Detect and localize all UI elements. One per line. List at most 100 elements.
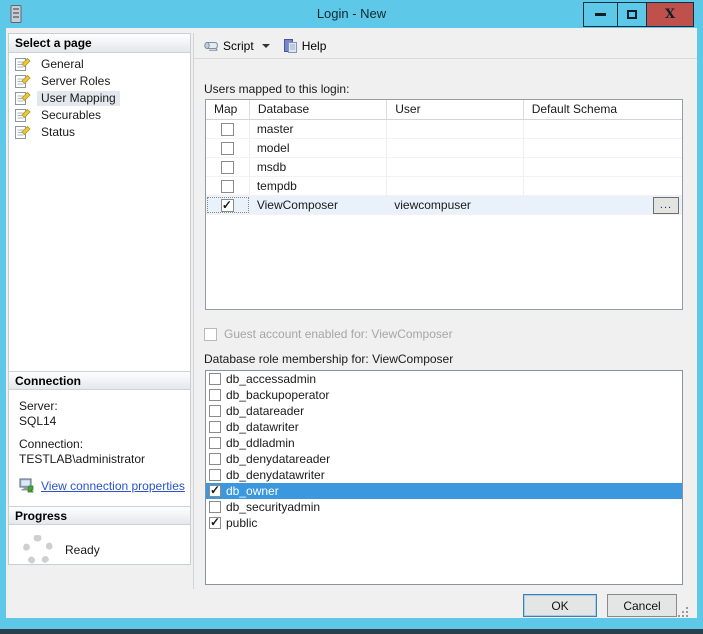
chevron-down-icon: [261, 43, 270, 48]
role-checkbox[interactable]: [209, 421, 221, 433]
sidebar-page-label: Securables: [41, 108, 102, 122]
user-mapping-row[interactable]: master: [206, 120, 682, 139]
user-cell[interactable]: [387, 177, 524, 195]
sidebar-page-item[interactable]: Server Roles: [9, 73, 190, 90]
close-button[interactable]: X: [646, 3, 693, 26]
sidebar-page-label: Server Roles: [41, 74, 111, 88]
map-checkbox[interactable]: [220, 141, 234, 155]
user-mapping-row[interactable]: model: [206, 139, 682, 158]
user-cell[interactable]: viewcompuser: [387, 196, 524, 214]
script-button[interactable]: Script: [198, 36, 275, 56]
script-icon: [204, 41, 218, 51]
user-cell[interactable]: [387, 158, 524, 176]
role-list-item[interactable]: db_accessadmin: [206, 371, 682, 387]
default-schema-cell: ...: [524, 196, 682, 214]
database-cell: tempdb: [250, 177, 388, 195]
minimize-button[interactable]: [584, 3, 617, 26]
database-cell: master: [250, 120, 388, 138]
users-table-header: Map Database User Default Schema: [206, 100, 682, 120]
role-checkbox[interactable]: [209, 515, 221, 529]
help-button[interactable]: Help: [277, 36, 332, 56]
sidebar-page-item[interactable]: General: [9, 56, 190, 73]
default-schema-cell: [524, 177, 682, 195]
page-list: General Server Roles User Mapping Secura…: [9, 53, 190, 141]
role-label: db_denydatareader: [226, 452, 331, 466]
map-checkbox[interactable]: [220, 122, 234, 136]
sidebar-page-item[interactable]: Status: [9, 124, 190, 141]
role-list-item[interactable]: public: [206, 515, 682, 531]
role-list-item[interactable]: db_ddladmin: [206, 435, 682, 451]
role-list-item[interactable]: db_datawriter: [206, 419, 682, 435]
sidebar-page-item[interactable]: User Mapping: [9, 90, 190, 107]
role-list-item[interactable]: db_owner: [206, 483, 682, 499]
default-schema-cell: [524, 120, 682, 138]
cancel-button[interactable]: Cancel: [607, 594, 677, 617]
role-checkbox[interactable]: [209, 453, 221, 465]
map-checkbox[interactable]: [220, 160, 234, 174]
server-app-icon: [10, 5, 22, 23]
ok-button[interactable]: OK: [523, 594, 597, 617]
role-label: db_datareader: [226, 404, 305, 418]
role-list-item[interactable]: db_denydatawriter: [206, 467, 682, 483]
role-label: db_backupoperator: [226, 388, 330, 402]
role-checkbox[interactable]: [209, 501, 221, 513]
connection-value: TESTLAB\administrator: [19, 452, 146, 466]
role-checkbox[interactable]: [209, 469, 221, 481]
user-mapping-row[interactable]: tempdb: [206, 177, 682, 196]
roles-caption: Database role membership for: ViewCompos…: [204, 352, 454, 366]
role-checkbox[interactable]: [209, 389, 221, 401]
user-mapping-row[interactable]: ViewComposer viewcompuser ...: [206, 196, 682, 215]
map-cell: [206, 139, 250, 157]
page-icon: [15, 74, 31, 88]
role-list-item[interactable]: db_datareader: [206, 403, 682, 419]
guest-account-checkbox: [204, 327, 217, 341]
role-label: db_datawriter: [226, 420, 299, 434]
page-icon: [15, 57, 31, 71]
role-checkbox[interactable]: [209, 373, 221, 385]
guest-account-label: Guest account enabled for: ViewComposer: [224, 327, 453, 341]
connection-header: Connection: [9, 371, 190, 390]
column-header: Database: [250, 100, 388, 119]
window-controls: X: [583, 2, 694, 27]
server-value: SQL14: [19, 414, 57, 428]
map-cell: [206, 177, 250, 195]
page-icon: [15, 91, 31, 105]
map-checkbox[interactable]: [220, 198, 234, 212]
progress-status: Ready: [65, 543, 100, 557]
sidebar-page-item[interactable]: Securables: [9, 107, 190, 124]
connection-section: Connection Server: SQL14 Connection: TES…: [9, 371, 190, 493]
role-checkbox[interactable]: [209, 405, 221, 417]
role-list-item[interactable]: db_backupoperator: [206, 387, 682, 403]
dialog-body: Select a page General Server Roles User …: [6, 28, 697, 618]
users-table-rows: master model msdb tempdb ✓ ViewComposer …: [206, 120, 682, 215]
resize-grip[interactable]: [678, 607, 680, 609]
script-label: Script: [223, 38, 254, 53]
user-cell[interactable]: [387, 120, 524, 138]
view-connection-properties-link[interactable]: View connection properties: [41, 479, 185, 493]
page-icon: [15, 108, 31, 122]
close-icon: X: [664, 7, 676, 22]
connection-label: Connection:: [19, 437, 84, 451]
browse-schema-button[interactable]: ...: [653, 196, 679, 214]
column-header: User: [387, 100, 524, 119]
users-mapped-caption: Users mapped to this login:: [204, 82, 350, 96]
sidebar-page-label: Status: [41, 125, 76, 139]
connection-properties-icon: [19, 478, 34, 493]
role-list-item[interactable]: db_securityadmin: [206, 499, 682, 515]
role-label: db_accessadmin: [226, 372, 317, 386]
user-mapping-row[interactable]: msdb: [206, 158, 682, 177]
left-panel: Select a page General Server Roles User …: [8, 33, 191, 565]
database-cell: msdb: [250, 158, 388, 176]
role-checkbox[interactable]: [209, 483, 221, 497]
map-checkbox[interactable]: [220, 179, 234, 193]
column-header: Default Schema: [531, 102, 618, 116]
user-cell[interactable]: [387, 139, 524, 157]
role-label: db_denydatawriter: [226, 468, 325, 482]
maximize-button[interactable]: [617, 3, 646, 26]
select-a-page-header: Select a page: [9, 34, 190, 53]
role-checkbox[interactable]: [209, 437, 221, 449]
login-new-dialog: Login - New X Select a page General Serv…: [0, 0, 703, 634]
progress-header: Progress: [9, 506, 190, 525]
role-list-item[interactable]: db_denydatareader: [206, 451, 682, 467]
column-header: Map: [206, 100, 250, 119]
